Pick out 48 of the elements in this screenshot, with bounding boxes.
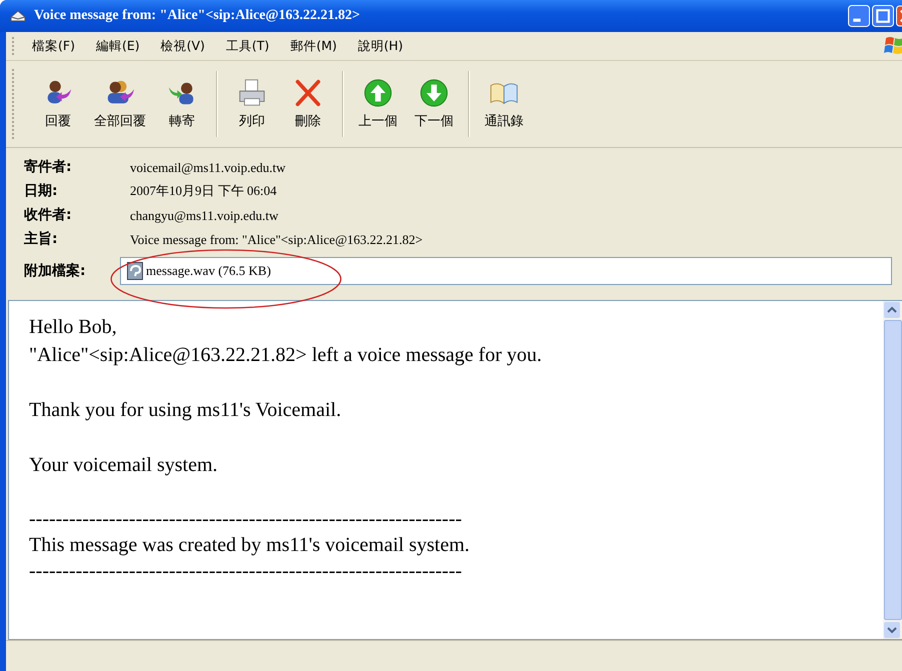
- header-value: Voice message from: "Alice"<sip:Alice@163.22.21.82>: [129, 232, 423, 248]
- menu-item[interactable]: 說明(H): [356, 36, 406, 56]
- scroll-thumb[interactable]: [884, 320, 902, 620]
- header-label: 附加檔案:: [24, 262, 87, 280]
- toolbar-button[interactable]: 全部回覆: [86, 74, 154, 134]
- windows-flag-icon: [884, 35, 902, 57]
- minimize-icon[interactable]: [848, 5, 870, 27]
- open-book-icon: [490, 83, 518, 104]
- maximize-icon[interactable]: [872, 5, 894, 27]
- message-line: "Alice"<sip:Alice@163.22.21.82> left a voice message for you.: [29, 343, 543, 368]
- person-arrow-icon: [48, 80, 72, 104]
- message-line: -----------------------------------------------------------------: [29, 559, 463, 584]
- envelope-icon: [10, 8, 26, 24]
- person-arrow-icon: [168, 82, 194, 104]
- toolbar-button[interactable]: 列印: [224, 74, 280, 134]
- message-line: Thank you for using ms11's Voicemail.: [29, 398, 342, 423]
- header-label: 主旨:: [24, 230, 59, 248]
- menu-item[interactable]: 檔案(F): [30, 36, 77, 56]
- toolbar-button[interactable]: 刪除: [280, 74, 336, 134]
- menu-item[interactable]: 檢視(V): [158, 36, 207, 56]
- window-title: Voice message from: "Alice"<sip:Alice@163.22.21.82>: [34, 8, 362, 24]
- header-value: changyu@ms11.voip.edu.tw: [129, 208, 278, 224]
- scroll-up-icon[interactable]: [884, 302, 900, 318]
- header-value: voicemail@ms11.voip.edu.tw: [129, 160, 286, 176]
- header-label: 日期:: [24, 182, 59, 200]
- toolbar-button[interactable]: 轉寄: [154, 74, 210, 134]
- attachment-field[interactable]: message.wav (76.5 KB): [120, 257, 892, 285]
- menu-item[interactable]: 郵件(M): [288, 36, 339, 56]
- scroll-down-icon[interactable]: [884, 622, 900, 638]
- toolbar-button[interactable]: 回覆: [30, 74, 86, 134]
- toolbar-button[interactable]: 通訊錄: [476, 74, 532, 134]
- message-line: Your voicemail system.: [29, 453, 219, 478]
- printer-icon: [239, 79, 265, 106]
- toolbar-button[interactable]: 上一個: [350, 74, 406, 134]
- menu-item[interactable]: 工具(T): [224, 36, 272, 56]
- x-mark-icon: [296, 80, 320, 106]
- header-value: 2007年10月9日 下午 06:04: [129, 182, 277, 200]
- message-line: -----------------------------------------------------------------: [29, 507, 463, 532]
- scrollbar[interactable]: [883, 301, 902, 639]
- audio-file-icon: [127, 262, 143, 280]
- header-label: 寄件者:: [24, 158, 73, 176]
- message-line: Hello Bob,: [29, 315, 118, 340]
- menu-item[interactable]: 編輯(E): [94, 36, 142, 56]
- toolbar-button[interactable]: 下一個: [406, 74, 462, 134]
- header-label: 收件者:: [24, 206, 73, 224]
- attachment-file[interactable]: message.wav (76.5 KB): [146, 263, 271, 279]
- message-line: This message was created by ms11's voicemail system.: [29, 533, 471, 558]
- people-arrow-icon: [108, 80, 134, 104]
